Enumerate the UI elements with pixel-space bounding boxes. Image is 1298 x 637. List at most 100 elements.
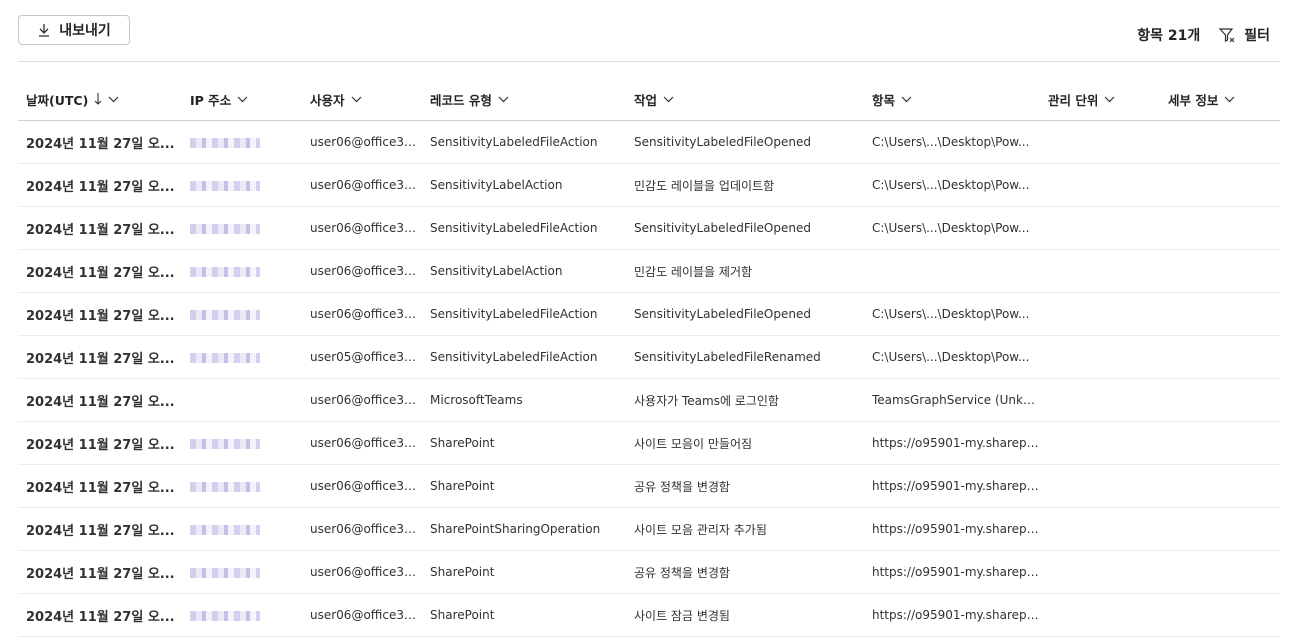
item-count: 항목 21개 bbox=[1137, 28, 1201, 44]
column-header-label: 항목 bbox=[872, 92, 896, 108]
cell-user: user06@office36... bbox=[310, 221, 422, 235]
cell-item: https://o95901-my.sharepoi... bbox=[872, 479, 1040, 493]
column-header-label: 사용자 bbox=[310, 92, 345, 108]
sort-down-arrow-icon bbox=[94, 93, 102, 105]
cell-record-type: SensitivityLabelAction bbox=[430, 178, 563, 192]
table-row[interactable]: 2024년 11월 27일 오... user06@office36... Sens… bbox=[18, 207, 1280, 250]
column-header-label: IP 주소 bbox=[190, 92, 232, 108]
column-header-date[interactable]: 날짜(UTC) bbox=[18, 90, 182, 109]
table-row[interactable]: 2024년 11월 27일 오... user05@office36... Sens… bbox=[18, 336, 1280, 379]
cell-operation: SensitivityLabeledFileRenamed bbox=[634, 350, 821, 364]
table-row[interactable]: 2024년 11월 27일 오... user06@office36... Shar… bbox=[18, 594, 1280, 637]
cell-record-type: SharePoint bbox=[430, 479, 495, 493]
cell-ip-address bbox=[182, 565, 302, 579]
cell-operation: SensitivityLabeledFileOpened bbox=[634, 221, 811, 235]
filter-label: 필터 bbox=[1244, 28, 1270, 44]
cell-record-type: SensitivityLabeledFileAction bbox=[430, 350, 598, 364]
cell-item: C:\Users\...\Desktop\Pow... bbox=[872, 350, 1030, 364]
cell-ip-address bbox=[182, 135, 302, 149]
cell-ip-address bbox=[182, 178, 302, 192]
cell-record-type: SensitivityLabeledFileAction bbox=[430, 135, 598, 149]
cell-ip-address bbox=[182, 479, 302, 493]
table-row[interactable]: 2024년 11월 27일 오... user06@office36... Sens… bbox=[18, 121, 1280, 164]
table-row[interactable]: 2024년 11월 27일 오... user06@office36... Shar… bbox=[18, 508, 1280, 551]
cell-item: https://o95901-my.sharepoi... bbox=[872, 522, 1040, 536]
cell-ip-address bbox=[182, 522, 302, 536]
cell-ip-address bbox=[182, 350, 302, 364]
redacted-ip bbox=[190, 309, 260, 320]
column-header-user[interactable]: 사용자 bbox=[302, 90, 422, 109]
cell-user: user06@office36... bbox=[310, 264, 422, 278]
cell-user: user06@office36... bbox=[310, 393, 422, 407]
cell-record-type: SensitivityLabelAction bbox=[430, 264, 563, 278]
chevron-down-icon bbox=[237, 96, 248, 102]
chevron-down-icon bbox=[901, 96, 912, 102]
cell-ip-address bbox=[182, 608, 302, 622]
table-row[interactable]: 2024년 11월 27일 오... user06@office36... Sens… bbox=[18, 293, 1280, 336]
column-header-operation[interactable]: 작업 bbox=[626, 90, 864, 109]
column-header-item[interactable]: 항목 bbox=[864, 90, 1040, 109]
table-row[interactable]: 2024년 11월 27일 오... user06@office36... Shar… bbox=[18, 422, 1280, 465]
column-header-label: 날짜(UTC) bbox=[26, 92, 89, 108]
cell-operation: 공유 정책을 변경함 bbox=[634, 565, 730, 580]
toolbar-right: 항목 21개 필터 bbox=[1137, 25, 1270, 45]
chevron-down-icon bbox=[1104, 96, 1115, 102]
table-row[interactable]: 2024년 11월 27일 오... user06@office36... Shar… bbox=[18, 465, 1280, 508]
toolbar-divider bbox=[18, 61, 1280, 62]
table-row[interactable]: 2024년 11월 27일 오... user06@office36... Sens… bbox=[18, 250, 1280, 293]
table-row[interactable]: 2024년 11월 27일 오... user06@office36... Micr… bbox=[18, 379, 1280, 422]
cell-ip-address bbox=[182, 436, 302, 450]
cell-user: user06@office36... bbox=[310, 565, 422, 579]
cell-item: https://o95901-my.sharepoi... bbox=[872, 608, 1040, 622]
redacted-ip bbox=[190, 266, 260, 277]
audit-table: 날짜(UTC) IP 주소 사용자 레코드 유형 작업 항목 관리 단위 세부 정보 2024… bbox=[18, 78, 1280, 637]
redacted-ip bbox=[190, 524, 260, 535]
filter-button[interactable]: 필터 bbox=[1218, 25, 1270, 45]
cell-user: user06@office36... bbox=[310, 436, 422, 450]
redacted-ip bbox=[190, 610, 260, 621]
redacted-ip bbox=[190, 223, 260, 234]
filter-icon bbox=[1218, 28, 1235, 43]
table-row[interactable]: 2024년 11월 27일 오... user06@office36... Shar… bbox=[18, 551, 1280, 594]
cell-date: 2024년 11월 27일 오... bbox=[26, 136, 175, 152]
cell-date: 2024년 11월 27일 오... bbox=[26, 179, 175, 195]
cell-date: 2024년 11월 27일 오... bbox=[26, 437, 175, 453]
cell-operation: 사이트 모음이 만들어짐 bbox=[634, 436, 753, 451]
cell-record-type: SensitivityLabeledFileAction bbox=[430, 221, 598, 235]
column-header-admin-unit[interactable]: 관리 단위 bbox=[1040, 90, 1160, 109]
cell-item: C:\Users\...\Desktop\Pow... bbox=[872, 221, 1030, 235]
chevron-down-icon bbox=[663, 96, 674, 102]
column-header-label: 레코드 유형 bbox=[430, 92, 492, 108]
cell-operation: 공유 정책을 변경함 bbox=[634, 479, 730, 494]
redacted-ip bbox=[190, 438, 260, 449]
cell-date: 2024년 11월 27일 오... bbox=[26, 566, 175, 582]
cell-date: 2024년 11월 27일 오... bbox=[26, 265, 175, 281]
cell-record-type: SharePointSharingOperation bbox=[430, 522, 601, 536]
chevron-down-icon bbox=[108, 96, 119, 102]
export-button-label: 내보내기 bbox=[59, 23, 111, 39]
cell-item: C:\Users\...\Desktop\Pow... bbox=[872, 178, 1030, 192]
cell-item: https://o95901-my.sharepoi... bbox=[872, 565, 1040, 579]
column-header-record-type[interactable]: 레코드 유형 bbox=[422, 90, 626, 109]
cell-user: user06@office36... bbox=[310, 522, 422, 536]
cell-date: 2024년 11월 27일 오... bbox=[26, 523, 175, 539]
cell-ip-address bbox=[182, 221, 302, 235]
column-header-label: 작업 bbox=[634, 92, 658, 108]
toolbar: 내보내기 항목 21개 필터 bbox=[0, 0, 1298, 62]
table-row[interactable]: 2024년 11월 27일 오... user06@office36... Sens… bbox=[18, 164, 1280, 207]
cell-user: user06@office36... bbox=[310, 479, 422, 493]
column-header-ip-address[interactable]: IP 주소 bbox=[182, 90, 302, 109]
cell-record-type: SharePoint bbox=[430, 608, 495, 622]
redacted-ip bbox=[190, 481, 260, 492]
cell-ip-address bbox=[182, 307, 302, 321]
cell-date: 2024년 11월 27일 오... bbox=[26, 394, 175, 410]
column-header-details[interactable]: 세부 정보 bbox=[1160, 90, 1280, 109]
cell-operation: 민감도 레이블을 제거함 bbox=[634, 264, 753, 279]
redacted-ip bbox=[190, 567, 260, 578]
redacted-ip bbox=[190, 352, 260, 363]
cell-operation: 사이트 모음 관리자 추가됨 bbox=[634, 522, 767, 537]
table-header: 날짜(UTC) IP 주소 사용자 레코드 유형 작업 항목 관리 단위 세부 정보 bbox=[18, 78, 1280, 121]
cell-item: C:\Users\...\Desktop\Pow... bbox=[872, 307, 1030, 321]
export-button[interactable]: 내보내기 bbox=[18, 15, 130, 45]
redacted-ip bbox=[190, 137, 260, 148]
